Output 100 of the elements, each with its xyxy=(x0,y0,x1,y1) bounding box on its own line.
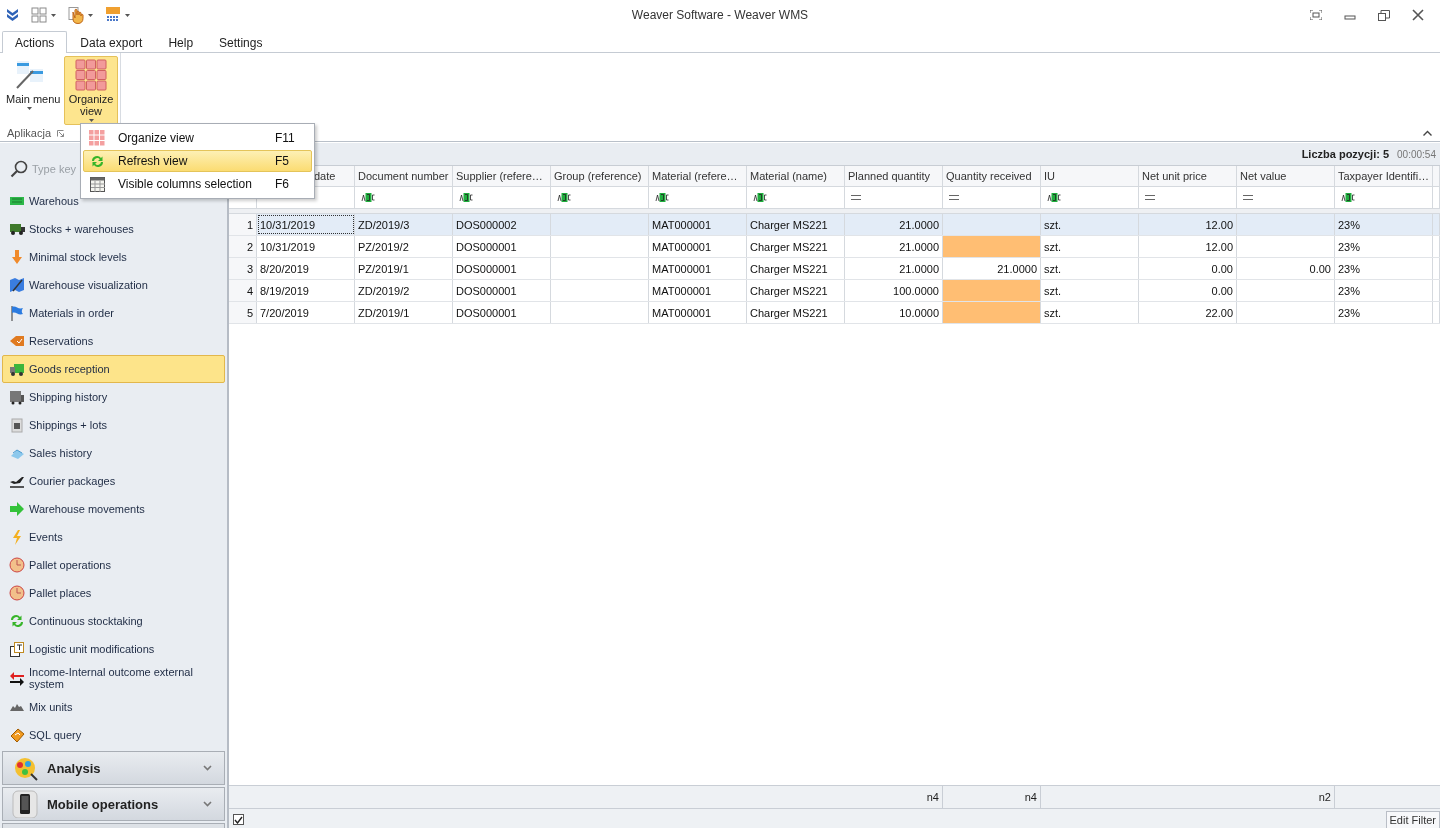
table-cell: ZD/2019/2 xyxy=(355,280,453,301)
table-cell: 7/20/2019 xyxy=(257,302,355,323)
table-cell: Charger MS221 xyxy=(747,302,845,323)
table-cell: 23% xyxy=(1335,258,1433,279)
row-number: 5 xyxy=(229,302,257,323)
sidebar-item[interactable]: Mix units xyxy=(2,693,74,721)
caret-icon[interactable] xyxy=(88,13,93,17)
text-filter-icon[interactable] xyxy=(361,193,376,202)
table-row[interactable]: 4 8/19/2019 ZD/2019/2 DOS000001 MAT000001 Charger MS221 100.0000 szt. 0.00 23% xyxy=(229,280,1440,302)
edit-filter-button[interactable]: Edit Filter xyxy=(1385,810,1440,828)
collapse-icon[interactable] xyxy=(1423,130,1432,136)
table-cell: 21.0000 xyxy=(845,258,943,279)
table-cell: 21.0000 xyxy=(943,258,1041,279)
sidebar-item[interactable]: SQL query xyxy=(2,721,83,749)
sidebar-item[interactable]: Continuous stocktaking xyxy=(2,607,144,635)
table-cell: 10/31/2019 xyxy=(257,236,355,257)
text-filter-icon[interactable] xyxy=(1047,193,1062,202)
table-cell: DOS000001 xyxy=(453,258,551,279)
ribbon-button[interactable]: Organize view xyxy=(64,56,118,125)
table-cell: MAT000001 xyxy=(649,236,747,257)
caret-icon[interactable] xyxy=(51,13,56,17)
table-cell: DOS000001 xyxy=(453,280,551,301)
restore-icon[interactable] xyxy=(1378,9,1390,21)
sidebar-item[interactable]: Pallet operations xyxy=(2,551,112,579)
menu-item[interactable]: Visible columns selection F6 xyxy=(83,173,312,195)
sidebar-group[interactable]: Analysis xyxy=(2,751,225,785)
sidebar-item[interactable]: Shippings + lots xyxy=(2,411,108,439)
ribbon-tab[interactable]: Settings xyxy=(206,31,276,53)
table-cell: DOS000002 xyxy=(453,214,551,235)
sidebar-item[interactable]: Warehouse movements xyxy=(2,495,146,523)
ribbon-tab[interactable]: Help xyxy=(155,31,207,53)
sidebar-item[interactable]: Warehous xyxy=(2,187,80,215)
equals-filter-icon[interactable] xyxy=(1145,195,1155,200)
table-row[interactable]: 5 7/20/2019 ZD/2019/1 DOS000001 MAT000001 Charger MS221 10.0000 szt. 22.00 23% xyxy=(229,302,1440,324)
column-header[interactable]: Taxpayer Identifi… xyxy=(1338,170,1430,182)
table-cell: 12.00 xyxy=(1139,236,1237,257)
column-header[interactable]: Group (reference) xyxy=(554,170,642,182)
search-icon[interactable] xyxy=(10,160,28,178)
sidebar-item[interactable]: Events xyxy=(2,523,64,551)
table-row[interactable]: 3 8/20/2019 PZ/2019/1 DOS000001 MAT000001 Charger MS221 21.0000 21.0000 szt. 0.00 0.00 23% xyxy=(229,258,1440,280)
fit-screen-icon[interactable] xyxy=(1310,10,1322,20)
tag-icon xyxy=(9,333,25,349)
table-cell: 23% xyxy=(1335,214,1433,235)
launcher-icon[interactable] xyxy=(57,129,65,137)
chevrons-logo-icon[interactable] xyxy=(6,7,19,23)
table-row[interactable]: 1 10/31/2019 ZD/2019/3 DOS000002 MAT000001 Charger MS221 21.0000 szt. 12.00 23% xyxy=(229,214,1440,236)
caret-icon xyxy=(26,107,32,110)
table-cell: MAT000001 xyxy=(649,280,747,301)
sidebar-item[interactable]: Stocks + warehouses xyxy=(2,215,135,243)
summary-value: n4 xyxy=(1024,791,1037,803)
column-header[interactable]: IU xyxy=(1044,170,1055,182)
table-cell: 0.00 xyxy=(1139,280,1237,301)
menu-item[interactable]: Refresh view F5 xyxy=(83,150,312,172)
sidebar-item[interactable]: Sales history xyxy=(2,439,93,467)
sidebar-item[interactable]: Minimal stock levels xyxy=(2,243,128,271)
text-filter-icon[interactable] xyxy=(1341,193,1356,202)
group-label: Aplikacja xyxy=(7,127,52,139)
column-header[interactable]: Net unit price xyxy=(1142,170,1207,182)
table-cell: MAT000001 xyxy=(649,302,747,323)
sidebar-item[interactable]: Income-Internal outcome external system xyxy=(2,663,225,693)
equals-filter-icon[interactable] xyxy=(851,195,861,200)
close-icon[interactable] xyxy=(1412,9,1424,21)
hand-icon[interactable] xyxy=(68,6,84,24)
text-filter-icon[interactable] xyxy=(655,193,670,202)
summary-value: n2 xyxy=(1318,791,1331,803)
table-row[interactable]: 2 10/31/2019 PZ/2019/2 DOS000001 MAT000001 Charger MS221 21.0000 szt. 12.00 23% xyxy=(229,236,1440,258)
sidebar-item[interactable]: Materials in order xyxy=(2,299,115,327)
column-header[interactable]: Supplier (refere… xyxy=(456,170,543,182)
sidebar-item[interactable]: Courier packages xyxy=(2,467,117,495)
equals-filter-icon[interactable] xyxy=(949,195,959,200)
column-header[interactable]: Quantity received xyxy=(946,170,1032,182)
column-header[interactable]: Net value xyxy=(1240,170,1287,182)
equals-filter-icon[interactable] xyxy=(1243,195,1253,200)
sidebar-item[interactable]: Pallet places xyxy=(2,579,93,607)
arrow-right-icon xyxy=(9,501,25,517)
sidebar-item[interactable]: Warehouse visualization xyxy=(2,271,149,299)
sidebar-group[interactable]: Mobile operations xyxy=(2,787,225,821)
text-filter-icon[interactable] xyxy=(557,193,572,202)
refresh-icon xyxy=(89,153,105,169)
table-cell: MAT000001 xyxy=(649,214,747,235)
ribbon-tab[interactable]: Data export xyxy=(67,31,156,53)
sidebar-item[interactable]: Goods reception xyxy=(2,355,225,383)
sidebar-item[interactable]: Logistic unit modifications xyxy=(2,635,156,663)
ribbon-tab[interactable]: Actions xyxy=(2,31,68,53)
clock-icon xyxy=(9,557,25,573)
column-header[interactable]: Material (name) xyxy=(750,170,828,182)
sidebar-item[interactable]: Shipping history xyxy=(2,383,109,411)
column-header[interactable]: Document number xyxy=(358,170,449,182)
column-header[interactable]: date xyxy=(314,170,336,182)
menu-item[interactable]: Organize view F11 xyxy=(83,127,312,149)
caret-icon[interactable] xyxy=(125,13,130,17)
table-cell: 22.00 xyxy=(1139,302,1237,323)
arrows-icon xyxy=(9,670,25,686)
column-header[interactable]: Material (refere… xyxy=(652,170,738,182)
text-filter-icon[interactable] xyxy=(459,193,474,202)
text-filter-icon[interactable] xyxy=(753,193,768,202)
column-header[interactable]: Planned quantity xyxy=(848,170,930,182)
sidebar-item[interactable]: Reservations xyxy=(2,327,95,355)
table-cell: DOS000001 xyxy=(453,302,551,323)
filter-checkbox[interactable] xyxy=(233,814,244,825)
